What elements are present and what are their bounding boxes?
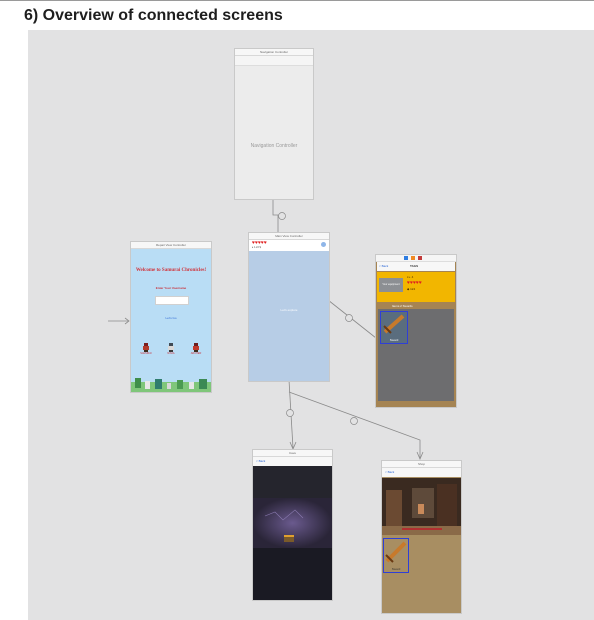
scene-title: Repair View Controller — [131, 242, 211, 249]
sword-label: Sword — [391, 567, 401, 571]
welcome-scene[interactable]: Repair View Controller Welcome to Samura… — [130, 241, 212, 393]
shop-sword-item[interactable]: Sword — [383, 538, 409, 573]
toolbar-icon[interactable] — [418, 256, 422, 260]
inventory-coins: ◆ 124 — [407, 287, 416, 291]
character-label-ninja: NINJA — [167, 352, 175, 355]
segue-icon[interactable] — [278, 212, 286, 220]
cave-background-image — [253, 498, 332, 548]
segue-icon[interactable] — [286, 409, 294, 417]
items-label: Items 2 Swords — [392, 304, 413, 308]
stats-panel: Your equipment Lv. 4 ♥♥♥♥♥ ◆ 124 — [377, 272, 455, 302]
ninja-icon — [168, 343, 174, 352]
landscape-footer-image — [131, 378, 211, 392]
section-heading: 6) Overview of connected screens — [24, 7, 283, 24]
toolbar-icon[interactable] — [404, 256, 408, 260]
nav-bar — [235, 56, 313, 66]
scene-title: Cave — [253, 450, 332, 457]
shop-scene[interactable]: Shop < Back Sword — [381, 460, 462, 614]
samurai-icon — [143, 343, 149, 352]
archer-icon — [193, 343, 199, 352]
welcome-text: Welcome to Samurai Chronicles! — [135, 268, 207, 273]
sword-icon — [385, 541, 407, 563]
scene-title: Shop — [382, 461, 461, 468]
navigation-controller-scene[interactable]: Navigation Controller Navigation Control… — [234, 48, 314, 200]
character-label-samurai: SAMURAI — [140, 352, 152, 355]
cave-gray-strip — [253, 466, 332, 502]
scene-title: Main View Controller — [249, 233, 329, 240]
sword-label: Sword — [389, 338, 399, 342]
inventory-scene[interactable]: < Back TAGS Your equipment Lv. 4 ♥♥♥♥♥ ◆… — [375, 254, 457, 408]
shop-interior-image — [382, 478, 461, 535]
back-button[interactable]: < Back — [379, 264, 388, 268]
character-archer[interactable] — [191, 339, 201, 352]
coins-display: ♦ 1.22 $ — [252, 246, 261, 249]
storyboard-canvas[interactable]: Navigation Controller Navigation Control… — [28, 30, 594, 620]
scene-toolbar — [376, 255, 456, 262]
explore-label[interactable]: Let's explore — [249, 308, 329, 312]
username-input[interactable] — [155, 296, 189, 305]
top-rule — [0, 0, 594, 1]
sword-icon — [383, 314, 405, 334]
inventory-nav: < Back TAGS — [377, 262, 455, 271]
navigation-controller-label: Navigation Controller — [250, 143, 298, 149]
character-ninja[interactable] — [166, 339, 176, 352]
cave-nav: < Back — [253, 457, 332, 466]
scene-title: Navigation Controller — [235, 49, 313, 56]
lets-go-button[interactable]: Let's Go — [131, 316, 211, 320]
cave-floor — [253, 548, 332, 600]
toolbar-icon[interactable] — [411, 256, 415, 260]
cave-scene[interactable]: Cave < Back — [252, 449, 333, 601]
segue-icon[interactable] — [345, 314, 353, 322]
inventory-hearts: ♥♥♥♥♥ — [407, 280, 422, 286]
back-button[interactable]: < Back — [385, 470, 394, 474]
settings-icon[interactable] — [321, 242, 326, 247]
inventory-title: TAGS — [410, 264, 419, 268]
sword-item[interactable]: Sword — [380, 311, 408, 344]
main-scene[interactable]: Main View Controller ♥♥♥♥♥ ♦ 1.22 $ Let'… — [248, 232, 330, 382]
equipment-badge: Your equipment — [379, 278, 403, 292]
character-label-archer: ARCHER — [190, 352, 202, 355]
username-prompt: Enter Your Username — [155, 286, 187, 290]
level-text: Lv. 4 — [407, 275, 414, 279]
shop-nav: < Back — [382, 468, 461, 477]
back-button[interactable]: < Back — [256, 459, 265, 463]
segue-icon[interactable] — [350, 417, 358, 425]
items-grid[interactable]: Sword — [378, 309, 454, 401]
character-samurai[interactable] — [141, 339, 151, 352]
